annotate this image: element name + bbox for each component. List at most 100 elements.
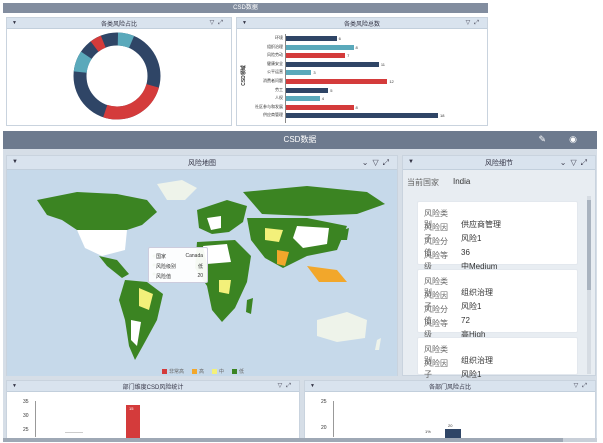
expand-icon[interactable]: ⤢ [218, 20, 227, 26]
risk-card[interactable]: 风险类别 组织治理 风险因子 风险1 [417, 337, 578, 379]
bar-category-label: 健康安全 [267, 60, 283, 66]
y-tick: 20 [321, 425, 327, 431]
bar[interactable] [286, 104, 354, 110]
donut-chart [73, 32, 161, 120]
bar-panel-title: 各类风险总数 [343, 22, 380, 28]
legend-label: 低 [239, 369, 245, 375]
filter-icon[interactable]: ▽ [466, 20, 475, 26]
collapse-icon[interactable]: ⌄ [560, 158, 571, 167]
bar-category-label: 消费者问题 [263, 78, 283, 83]
bar[interactable] [286, 36, 337, 41]
bar-category-label: 公平运营 [267, 69, 283, 75]
legend-swatch[interactable] [162, 369, 167, 375]
y-tick: 25 [23, 427, 29, 433]
main-header-title: CSD数据 [283, 135, 317, 144]
top-right-blank [490, 3, 600, 127]
tooltip-val-country: Canada [185, 253, 203, 259]
bar[interactable] [286, 44, 354, 50]
expand-icon[interactable]: ⤢ [582, 383, 591, 389]
dept-share-title: 各部门风险占比 [428, 385, 471, 391]
top-header-bar: CSD数据 [3, 3, 488, 13]
legend-label: 高 [199, 369, 205, 375]
detail-scrollbar[interactable] [587, 196, 591, 374]
bar-value-label: 12 [389, 79, 394, 84]
map-region-se-asia-orange [307, 266, 347, 282]
map-region-greenland [157, 180, 197, 200]
legend-label: 中 [219, 369, 225, 375]
expand-icon[interactable]: ⤢ [581, 158, 591, 167]
map-panel-header: ▼ 风险地图 ⌄▽⤢ [7, 156, 397, 170]
bar[interactable] [286, 96, 320, 102]
map-region-asia [247, 218, 347, 268]
y-axis [333, 401, 334, 437]
bar-category-label: 风险劳动 [267, 52, 283, 58]
filter-icon[interactable]: ▽ [570, 158, 580, 167]
map-panel-title: 风险地图 [188, 160, 216, 167]
expand-icon[interactable]: ⤢ [286, 383, 295, 389]
donut-panel: ▼ 各类风险占比 ▽⤢ [6, 17, 232, 126]
main-header-bar: CSD数据 ✎ ◉ [3, 131, 597, 149]
map-tooltip: 国家 Canada 风险级别 低 风险值 20 [148, 247, 208, 283]
map-region-usa [77, 230, 127, 256]
bar-value-label: 6 [338, 36, 341, 41]
bar-value-label: 5 [330, 87, 333, 93]
filter-icon[interactable]: ▽ [210, 20, 219, 26]
bar[interactable] [286, 61, 379, 67]
bar-chart: 环境 6 组织治理 8 风险劳动 7 健康安全 11 公平运营 3 消费者问题 12 劳工 5 人权 4 社区参… [237, 30, 489, 126]
tooltip-key-value: 风险值 [156, 274, 172, 280]
detail-panel: ▼ 风险细节 ⌄▽⤢ 当前国家 India 风险类别 供应商管理 风险因子 风险1 … [402, 155, 596, 379]
dept-share-panel: ▼ 各部门风险占比 ▽⤢ 25 20 20 1% [304, 380, 596, 440]
bar-category-label: 环境 [275, 35, 283, 40]
detail-panel-header: ▼ 风险细节 ⌄▽⤢ [403, 156, 595, 170]
y-tick: 30 [23, 413, 29, 419]
map-region-newzealand [375, 338, 381, 350]
dept-risk-header: ▼ 部门维度CSD风险统计 ▽⤢ [7, 381, 299, 392]
bar[interactable] [286, 79, 388, 84]
share-bar-label: 20 [448, 423, 453, 428]
map-region-europe [197, 200, 247, 234]
bar-category-label: 劳工 [275, 86, 283, 92]
bar-category-label: 人权 [275, 95, 283, 101]
legend-swatch[interactable] [192, 369, 198, 375]
expand-icon[interactable]: ⤢ [474, 20, 483, 26]
filter-icon[interactable]: ▽ [372, 158, 382, 167]
card-value: 风险1 [461, 370, 482, 379]
bar-value-label: 18 [440, 113, 445, 119]
collapse-icon[interactable]: ⌄ [362, 158, 373, 167]
current-country-label: 当前国家 [407, 178, 439, 187]
top-header-title: CSD数据 [233, 5, 258, 11]
dept-risk-panel: ▼ 部门维度CSD风险统计 ▽⤢ 35 30 25 15 [6, 380, 300, 440]
bar[interactable] [286, 53, 346, 59]
bar[interactable] [286, 70, 312, 76]
edit-icon[interactable]: ✎ [538, 134, 546, 145]
bar-value-label: 7 [347, 53, 350, 59]
map-region-russia [243, 186, 385, 216]
bar[interactable] [286, 87, 329, 93]
map-panel: ▼ 风险地图 ⌄▽⤢ 国家 Canada 风险级别 低 风险值 20 非常高 高… [6, 155, 398, 376]
donut-panel-title: 各类风险占比 [100, 22, 137, 28]
risk-card[interactable]: 风险类别 组织治理 风险因子 风险1 风险分值 72 风险等级 高High [417, 269, 578, 339]
risk-card[interactable]: 风险类别 供应商管理 风险因子 风险1 风险分值 36 风险等级 中Medium [417, 201, 578, 271]
map-region-madagascar [246, 298, 253, 314]
legend-swatch[interactable] [232, 369, 238, 375]
donut-panel-header: ▼ 各类风险占比 ▽⤢ [7, 18, 231, 29]
legend-label: 非常高 [169, 369, 185, 375]
filter-icon[interactable]: ▽ [278, 383, 287, 389]
dept-risk-title: 部门维度CSD风险统计 [122, 385, 184, 391]
bar-value-label: 8 [355, 104, 358, 110]
bar[interactable] [286, 113, 438, 119]
legend-swatch[interactable] [212, 369, 218, 375]
dept-share-header: ▼ 各部门风险占比 ▽⤢ [305, 381, 595, 392]
map-region-central-america [99, 256, 129, 278]
filter-icon[interactable]: ▽ [574, 383, 583, 389]
bar-value-label: 8 [355, 44, 358, 50]
tooltip-key-level: 风险级别 [156, 264, 177, 270]
bar-value-label: 3 [313, 70, 316, 76]
map-region-australia [317, 312, 367, 342]
bar-value-label: 11 [380, 61, 386, 67]
horizontal-scrollbar[interactable] [3, 438, 597, 442]
bar-category-label: 组织治理 [267, 43, 283, 49]
eye-icon[interactable]: ◉ [569, 134, 577, 145]
expand-icon[interactable]: ⤢ [383, 158, 393, 167]
bar-category-label: 社区参与和发展 [255, 103, 283, 109]
